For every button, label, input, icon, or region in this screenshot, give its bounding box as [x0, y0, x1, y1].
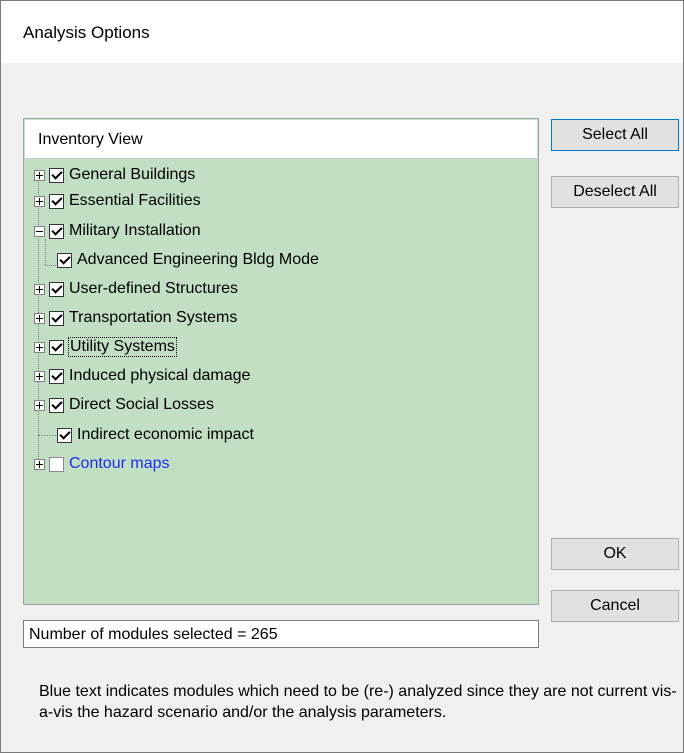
- tree-item-label: Induced physical damage: [69, 367, 251, 384]
- checkbox[interactable]: [49, 368, 64, 384]
- tree-item-induced-physical-damage[interactable]: Induced physical damage: [34, 363, 250, 389]
- tree-item-contour-maps[interactable]: Contour maps: [34, 451, 170, 477]
- checkbox[interactable]: [49, 193, 64, 209]
- tree-item-label: Essential Facilities: [69, 192, 201, 209]
- title-bar: Analysis Options: [1, 1, 683, 63]
- blue-text-note: Blue text indicates modules which need t…: [39, 683, 677, 721]
- collapse-icon[interactable]: [34, 225, 45, 237]
- expand-icon[interactable]: [34, 341, 45, 353]
- checkbox[interactable]: [49, 310, 64, 326]
- checkbox[interactable]: [49, 223, 64, 239]
- tree-header: Inventory View: [25, 120, 537, 159]
- checkbox[interactable]: [57, 252, 72, 268]
- inventory-tree[interactable]: Inventory View General Buildings Essenti…: [23, 118, 539, 605]
- tree-item-indirect-economic-impact[interactable]: Indirect economic impact: [57, 422, 254, 448]
- tree-item-transportation-systems[interactable]: Transportation Systems: [34, 305, 237, 331]
- expand-icon[interactable]: [34, 169, 45, 181]
- expand-icon[interactable]: [34, 312, 45, 324]
- deselect-all-button[interactable]: Deselect All: [551, 176, 679, 208]
- checkbox[interactable]: [49, 456, 64, 472]
- analysis-options-dialog: Analysis Options Inventory View General …: [0, 0, 684, 753]
- tree-header-label: Inventory View: [38, 131, 143, 148]
- checkbox[interactable]: [49, 397, 64, 413]
- checkbox[interactable]: [57, 427, 72, 443]
- tree-item-utility-systems[interactable]: Utility Systems: [34, 334, 177, 360]
- checkbox[interactable]: [49, 281, 64, 297]
- tree-item-label: Military Installation: [69, 222, 201, 239]
- tree-item-advanced-engineering[interactable]: Advanced Engineering Bldg Mode: [57, 247, 319, 273]
- cancel-button[interactable]: Cancel: [551, 590, 679, 622]
- tree-connector-child-h: [45, 265, 56, 266]
- tree-item-label: Utility Systems: [68, 337, 177, 357]
- tree-item-label: Direct Social Losses: [69, 396, 214, 413]
- expand-icon[interactable]: [34, 195, 45, 207]
- tree-item-military-installation[interactable]: Military Installation: [34, 218, 201, 244]
- expand-icon[interactable]: [34, 458, 45, 470]
- expand-icon[interactable]: [34, 370, 45, 382]
- expand-icon[interactable]: [34, 399, 45, 411]
- tree-item-label: Indirect economic impact: [77, 426, 254, 443]
- tree-item-direct-social-losses[interactable]: Direct Social Losses: [34, 392, 214, 418]
- tree-item-label: General Buildings: [69, 166, 196, 183]
- tree-item-user-defined-structures[interactable]: User-defined Structures: [34, 276, 238, 302]
- ok-button[interactable]: OK: [551, 538, 679, 570]
- tree-item-label: Advanced Engineering Bldg Mode: [77, 251, 319, 268]
- checkbox[interactable]: [49, 167, 64, 183]
- tree-item-label: Contour maps: [69, 455, 170, 472]
- expand-icon[interactable]: [34, 283, 45, 295]
- dialog-title: Analysis Options: [23, 23, 150, 42]
- tree-connector-leaf-h: [38, 435, 56, 436]
- tree-item-general-buildings[interactable]: General Buildings: [34, 162, 195, 188]
- tree-item-essential-facilities[interactable]: Essential Facilities: [34, 188, 201, 214]
- select-all-button[interactable]: Select All: [551, 119, 679, 151]
- tree-item-label: User-defined Structures: [69, 280, 238, 297]
- modules-selected-field: Number of modules selected = 265: [23, 620, 539, 648]
- tree-item-label: Transportation Systems: [69, 309, 238, 326]
- checkbox[interactable]: [49, 339, 64, 355]
